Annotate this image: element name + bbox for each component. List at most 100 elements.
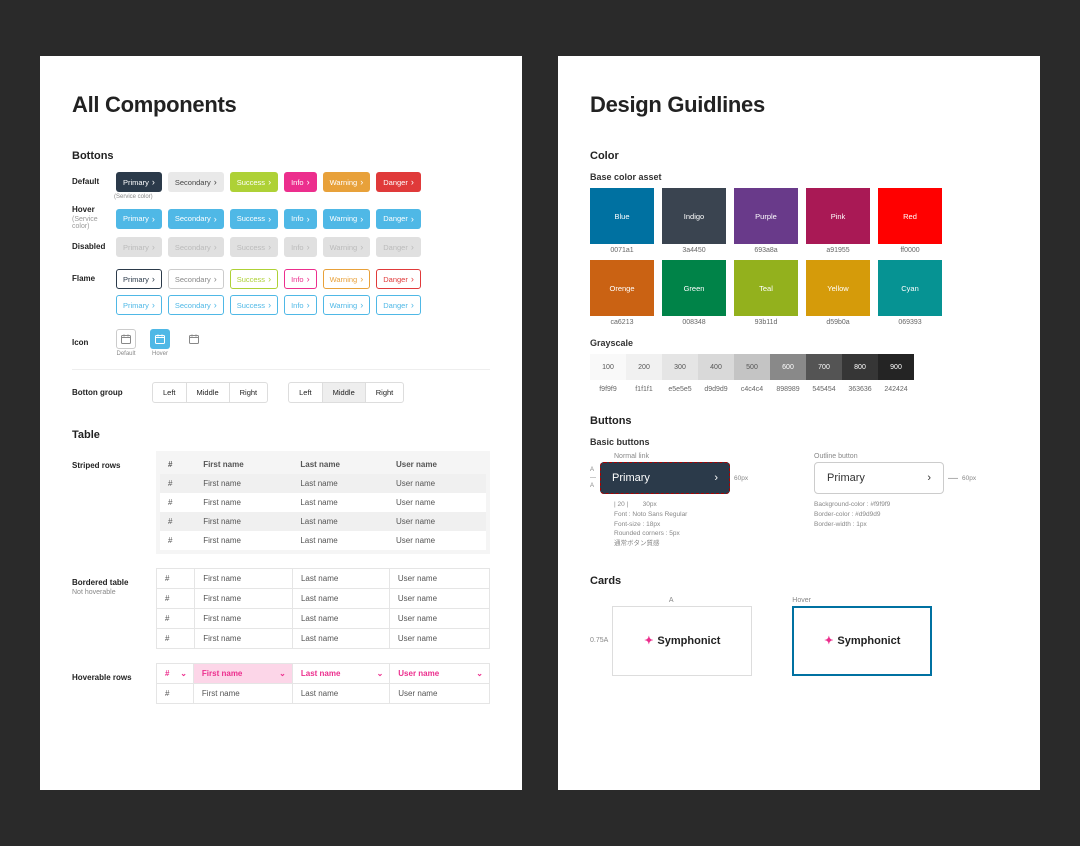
swatch-box: Red bbox=[878, 188, 942, 244]
success-button-hover[interactable]: Success bbox=[230, 209, 278, 229]
sort-header[interactable]: Last name bbox=[292, 664, 389, 684]
calendar-icon-button-plain[interactable] bbox=[184, 329, 204, 349]
chevron-right-icon: › bbox=[927, 472, 931, 484]
section-buttons-heading: Bottons bbox=[72, 150, 490, 162]
table-row: #First nameLast nameUser name bbox=[157, 684, 490, 704]
primary-button-demo[interactable]: Primary › bbox=[600, 462, 730, 494]
bg-middle[interactable]: Middle bbox=[187, 383, 230, 402]
info-button[interactable]: Info bbox=[284, 172, 317, 192]
button-row-flame-hover: Primary Secondary Success Info Warning D… bbox=[72, 295, 490, 315]
outline-button-demo[interactable]: Primary › bbox=[814, 462, 944, 494]
button-row-flame: Flame Primary Secondary Success Info War… bbox=[72, 269, 490, 289]
measure-tick: — bbox=[590, 475, 596, 481]
gray-hex: f9f9f9 bbox=[590, 386, 626, 393]
danger-button[interactable]: Danger bbox=[376, 172, 421, 192]
warning-button-outline-hover[interactable]: Warning bbox=[323, 295, 371, 315]
measure-label: A bbox=[590, 467, 596, 473]
striped-table: #First nameLast nameUser name #First nam… bbox=[160, 455, 486, 550]
button-row-disabled: Disabled Primary Secondary Success Info … bbox=[72, 237, 490, 257]
chevron-right-icon: › bbox=[714, 472, 718, 484]
color-swatch-row: Orengeca6213Green008348Teal93b11dYellowd… bbox=[590, 260, 1008, 326]
icon-state-label: Hover bbox=[150, 351, 170, 357]
button-group-row: Botton group Left Middle Right Left Midd… bbox=[72, 382, 490, 403]
table-row: #First nameLast nameUser name bbox=[157, 629, 490, 649]
table-row: #First nameLast nameUser name bbox=[160, 493, 486, 512]
primary-button[interactable]: Primary bbox=[116, 172, 162, 192]
color-swatch: Purple693a8a bbox=[734, 188, 798, 254]
danger-button-disabled: Danger bbox=[376, 237, 421, 257]
color-swatch: Orengeca6213 bbox=[590, 260, 654, 326]
row-label: Default bbox=[72, 178, 110, 187]
calendar-icon-button-default[interactable] bbox=[116, 329, 136, 349]
bordered-table: #First nameLast nameUser name #First nam… bbox=[156, 568, 490, 649]
gray-swatch: 200 bbox=[626, 354, 662, 380]
warning-button[interactable]: Warning bbox=[323, 172, 371, 192]
danger-button-outline-hover[interactable]: Danger bbox=[376, 295, 421, 315]
row-label: Flame bbox=[72, 275, 110, 284]
gray-hex: e5e5e5 bbox=[662, 386, 698, 393]
section-buttons-heading: Buttons bbox=[590, 415, 1008, 427]
button-row-default: Default Primary Secondary Success Info W… bbox=[72, 172, 490, 192]
bg-middle-selected[interactable]: Middle bbox=[323, 383, 366, 402]
swatch-box: Cyan bbox=[878, 260, 942, 316]
grayscale-row: 100200300400500600700800900 bbox=[590, 354, 1008, 380]
button-row-icon: Icon Default Hover bbox=[72, 329, 490, 357]
success-button-outline-hover[interactable]: Success bbox=[230, 295, 278, 315]
height-spec: 60px bbox=[734, 475, 748, 482]
sort-header-active[interactable]: First name bbox=[193, 664, 292, 684]
card-hover[interactable]: Symphonict bbox=[792, 606, 932, 676]
bg-right[interactable]: Right bbox=[230, 383, 268, 402]
swatch-hex: 069393 bbox=[878, 319, 942, 326]
button-group: Left Middle Right bbox=[152, 382, 268, 403]
success-button-outline[interactable]: Success bbox=[230, 269, 278, 289]
grayscale-hex-row: f9f9f9f1f1f1e5e5e5d9d9d9c4c4c48989895454… bbox=[590, 383, 1008, 393]
info-button-outline-hover[interactable]: Info bbox=[284, 295, 317, 315]
table-row: #First nameLast nameUser name bbox=[160, 474, 486, 493]
primary-button-hover[interactable]: Primary bbox=[116, 209, 162, 229]
warning-button-disabled: Warning bbox=[323, 237, 371, 257]
danger-button-outline[interactable]: Danger bbox=[376, 269, 421, 289]
sort-header[interactable]: User name bbox=[390, 664, 490, 684]
button-group-selected: Left Middle Right bbox=[288, 382, 404, 403]
basic-buttons-label: Basic buttons bbox=[590, 437, 1008, 447]
warning-button-hover[interactable]: Warning bbox=[323, 209, 371, 229]
bg-left[interactable]: Left bbox=[289, 383, 323, 402]
color-swatch: Teal93b11d bbox=[734, 260, 798, 326]
info-button-hover[interactable]: Info bbox=[284, 209, 317, 229]
section-cards-heading: Cards bbox=[590, 575, 1008, 587]
success-button[interactable]: Success bbox=[230, 172, 278, 192]
warning-button-outline[interactable]: Warning bbox=[323, 269, 371, 289]
height-spec: 60px bbox=[962, 475, 976, 482]
grayscale-label: Grayscale bbox=[590, 338, 1008, 348]
swatch-box: Pink bbox=[806, 188, 870, 244]
primary-button-outline-hover[interactable]: Primary bbox=[116, 295, 162, 315]
swatch-hex: 693a8a bbox=[734, 247, 798, 254]
color-swatch-row: Blue0071a1Indigo3a4450Purple693a8aPinka9… bbox=[590, 188, 1008, 254]
info-button-outline[interactable]: Info bbox=[284, 269, 317, 289]
secondary-button-outline-hover[interactable]: Secondary bbox=[168, 295, 224, 315]
secondary-button-outline[interactable]: Secondary bbox=[168, 269, 224, 289]
bg-right[interactable]: Right bbox=[366, 383, 404, 402]
secondary-button-hover[interactable]: Secondary bbox=[168, 209, 224, 229]
bg-left[interactable]: Left bbox=[153, 383, 187, 402]
primary-button-disabled: Primary bbox=[116, 237, 162, 257]
color-swatch: Blue0071a1 bbox=[590, 188, 654, 254]
card-default[interactable]: Symphonict bbox=[612, 606, 752, 676]
sort-header[interactable]: # bbox=[157, 664, 194, 684]
swatch-hex: ff0000 bbox=[878, 247, 942, 254]
danger-button-hover[interactable]: Danger bbox=[376, 209, 421, 229]
success-button-disabled: Success bbox=[230, 237, 278, 257]
measure-label: A bbox=[590, 483, 596, 489]
calendar-icon-button-hover[interactable] bbox=[150, 329, 170, 349]
gray-swatch: 700 bbox=[806, 354, 842, 380]
gray-swatch: 300 bbox=[662, 354, 698, 380]
primary-button-outline[interactable]: Primary bbox=[116, 269, 162, 289]
secondary-button[interactable]: Secondary bbox=[168, 172, 224, 192]
gray-swatch: 600 bbox=[770, 354, 806, 380]
swatch-hex: d59b0a bbox=[806, 319, 870, 326]
row-label: Disabled bbox=[72, 243, 110, 252]
button-row-hover: Hover (Service color) Primary Secondary … bbox=[72, 206, 490, 231]
row-label: Botton group bbox=[72, 388, 132, 397]
button-spec-text: Background-color : #f9f9f9 Border-color … bbox=[814, 500, 1008, 529]
gray-hex: 545454 bbox=[806, 386, 842, 393]
